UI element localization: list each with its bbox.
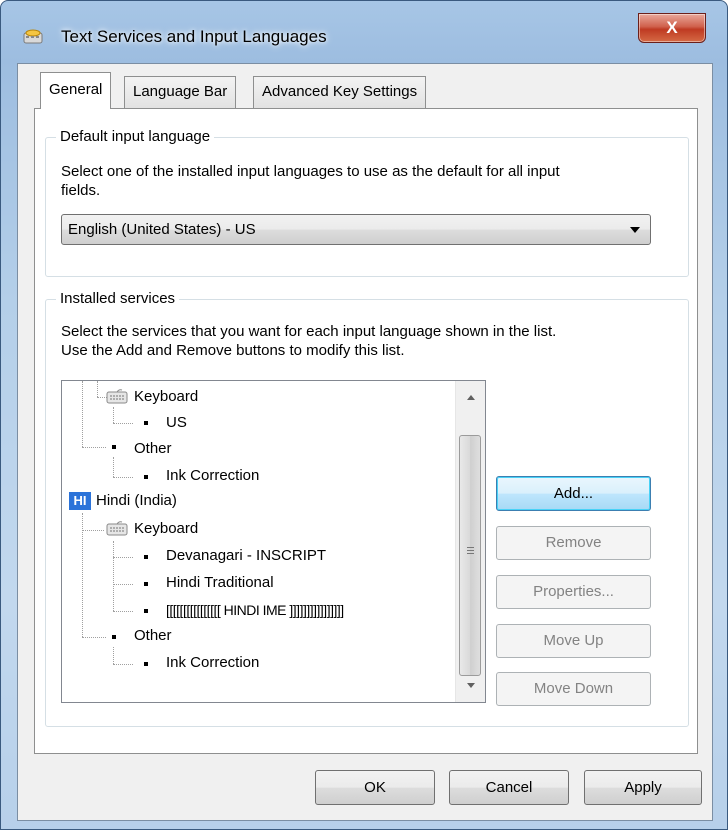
tree-connector bbox=[113, 611, 133, 612]
apply-button[interactable]: Apply bbox=[584, 770, 702, 805]
tab-advanced-key-settings-label: Advanced Key Settings bbox=[262, 83, 418, 100]
keyboard-icon bbox=[106, 389, 128, 405]
tree-connector bbox=[113, 647, 114, 664]
dialog-client-area: General Language Bar Advanced Key Settin… bbox=[17, 63, 713, 821]
bullet-icon bbox=[144, 662, 148, 666]
grip-icon bbox=[467, 547, 474, 548]
tree-item-other[interactable]: Other bbox=[134, 437, 172, 461]
bullet-icon bbox=[144, 582, 148, 586]
move-down-button[interactable]: Move Down bbox=[496, 672, 651, 706]
bullet-icon bbox=[112, 445, 116, 449]
tree-connector bbox=[97, 381, 98, 397]
tree-connector bbox=[113, 477, 133, 478]
general-tab-panel: Default input language Select one of the… bbox=[34, 108, 698, 754]
remove-button[interactable]: Remove bbox=[496, 526, 651, 560]
default-input-language-group: Default input language Select one of the… bbox=[45, 128, 689, 277]
language-badge: HI bbox=[69, 492, 91, 510]
close-icon: X bbox=[666, 18, 678, 37]
ok-button[interactable]: OK bbox=[315, 770, 435, 805]
default-input-description-line2: fields. bbox=[61, 182, 101, 199]
tree-connector bbox=[82, 513, 83, 637]
tree-item-ink-correction[interactable]: Ink Correction bbox=[166, 464, 259, 488]
default-language-dropdown[interactable]: English (United States) - US bbox=[61, 214, 651, 245]
move-up-button[interactable]: Move Up bbox=[496, 624, 651, 658]
tab-language-bar-label: Language Bar bbox=[133, 83, 228, 100]
cancel-button[interactable]: Cancel bbox=[449, 770, 569, 805]
tree-scrollbar[interactable] bbox=[455, 381, 485, 702]
tree-item-other[interactable]: Other bbox=[134, 624, 172, 648]
default-language-value: English (United States) - US bbox=[68, 221, 256, 238]
installed-services-group: Installed services Select the services t… bbox=[45, 290, 689, 727]
tree-item-hindi-traditional[interactable]: Hindi Traditional bbox=[166, 571, 274, 595]
tree-item-hindi-india[interactable]: Hindi (India) bbox=[96, 489, 177, 513]
scroll-down-icon[interactable] bbox=[467, 683, 475, 688]
bullet-icon bbox=[144, 421, 148, 425]
tree-connector bbox=[82, 381, 83, 447]
close-button[interactable]: X bbox=[638, 13, 706, 43]
default-input-description-line1: Select one of the installed input langua… bbox=[61, 163, 560, 180]
grip-icon bbox=[467, 553, 474, 554]
add-button[interactable]: Add... bbox=[496, 476, 651, 511]
tree-connector bbox=[82, 530, 104, 531]
bullet-icon bbox=[144, 555, 148, 559]
tree-connector bbox=[82, 447, 106, 448]
tab-general[interactable]: General bbox=[40, 72, 112, 109]
keyboard-icon bbox=[106, 521, 128, 537]
tree-connector bbox=[113, 541, 114, 611]
default-input-language-label: Default input language bbox=[56, 128, 215, 146]
tree-item-hindi-ime[interactable]: [[[[[[[[[[[[[[[[ HINDI IME ]]]]]]]]]]]]]… bbox=[166, 598, 344, 622]
installed-services-description-line1: Select the services that you want for ea… bbox=[61, 323, 557, 340]
grip-icon bbox=[467, 550, 474, 551]
installed-services-tree[interactable]: Keyboard US Other Ink Correction HI Hind… bbox=[61, 380, 486, 703]
tree-item-keyboard[interactable]: Keyboard bbox=[134, 385, 198, 409]
installed-services-description-line2: Use the Add and Remove buttons to modify… bbox=[61, 342, 405, 359]
dialog-window: Text Services and Input Languages X Gene… bbox=[0, 0, 728, 830]
window-title: Text Services and Input Languages bbox=[61, 27, 327, 46]
bullet-icon bbox=[144, 475, 148, 479]
tab-general-label: General bbox=[49, 81, 103, 98]
tree-connector bbox=[113, 423, 133, 424]
tab-advanced-key-settings[interactable]: Advanced Key Settings bbox=[253, 76, 427, 108]
tree-item-us[interactable]: US bbox=[166, 411, 187, 435]
bullet-icon bbox=[144, 609, 148, 613]
tree-item-ink-correction[interactable]: Ink Correction bbox=[166, 651, 259, 675]
chevron-down-icon bbox=[630, 227, 640, 233]
keyboard-app-icon bbox=[23, 27, 43, 47]
tree-connector bbox=[113, 557, 133, 558]
tree-item-devanagari-inscript[interactable]: Devanagari - INSCRIPT bbox=[166, 544, 326, 568]
tree-connector bbox=[113, 584, 133, 585]
tab-language-bar[interactable]: Language Bar bbox=[124, 76, 237, 108]
tree-connector bbox=[113, 457, 114, 477]
properties-button[interactable]: Properties... bbox=[496, 575, 651, 609]
tree-connector bbox=[113, 407, 114, 423]
scroll-up-icon[interactable] bbox=[467, 395, 475, 400]
installed-services-label: Installed services bbox=[56, 290, 180, 308]
tree-connector bbox=[82, 637, 106, 638]
scrollbar-thumb[interactable] bbox=[459, 435, 481, 676]
tree-item-keyboard[interactable]: Keyboard bbox=[134, 517, 198, 541]
bullet-icon bbox=[112, 635, 116, 639]
tree-connector bbox=[113, 664, 133, 665]
